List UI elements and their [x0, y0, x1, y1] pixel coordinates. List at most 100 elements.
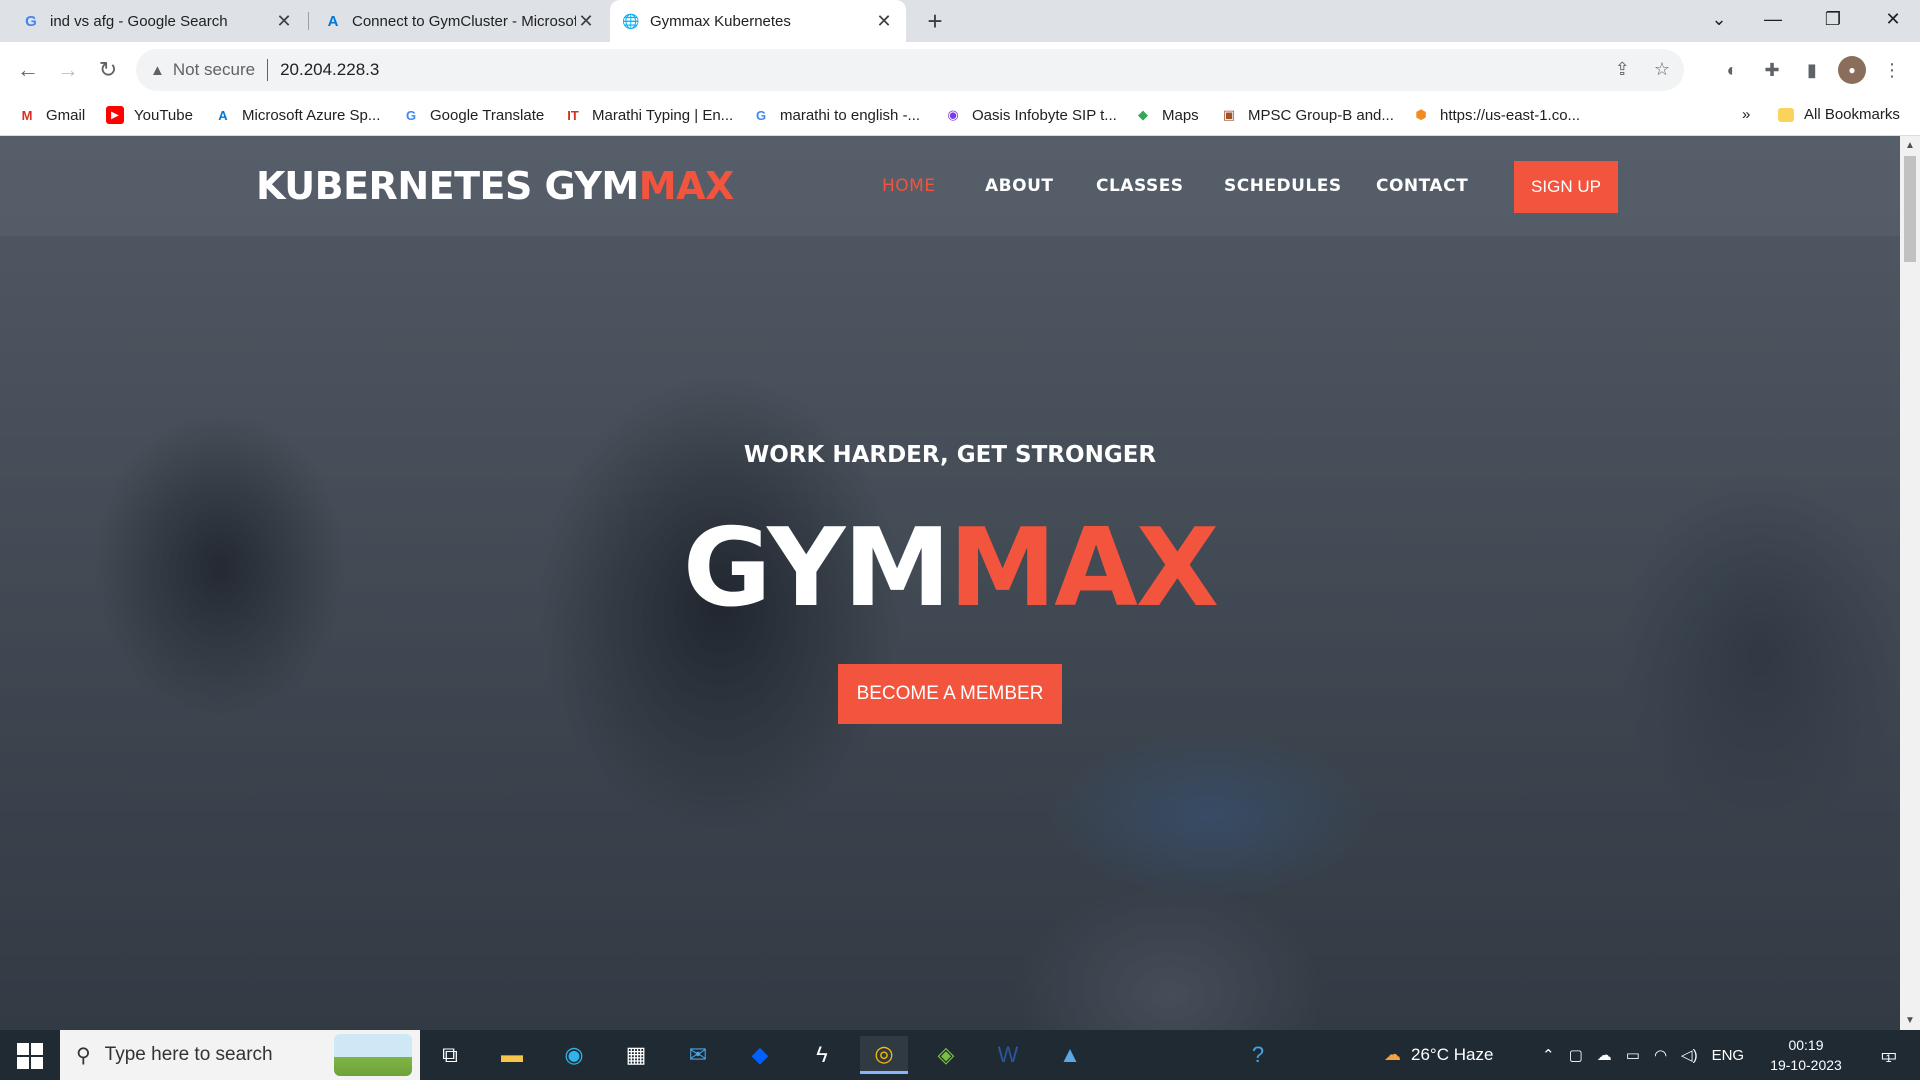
sign-up-button[interactable]: SIGN UP	[1514, 161, 1618, 213]
site-logo[interactable]: KUBERNETES GYMMAX	[256, 164, 734, 208]
google-icon: G	[755, 107, 767, 123]
bookmark-mpsc[interactable]: ▣ MPSC Group-B and...	[1220, 106, 1394, 124]
dropbox-icon[interactable]: ◆	[736, 1036, 784, 1074]
new-tab-button[interactable]: +	[920, 6, 950, 36]
nav-about[interactable]: ABOUT	[985, 176, 1053, 196]
windows-taskbar: ⚲ Type here to search ⧉ ▬ ◉ ▦ ✉ ◆ ϟ ◎ ◈ …	[0, 1030, 1920, 1080]
edge-icon[interactable]: ◉	[550, 1036, 598, 1074]
taskbar-search-box[interactable]: ⚲ Type here to search	[60, 1030, 420, 1080]
side-panel-icon[interactable]: ▮	[1798, 56, 1826, 84]
nav-home[interactable]: HOME	[882, 176, 936, 196]
bookmarks-bar: M Gmail ▶ YouTube A Microsoft Azure Sp..…	[0, 98, 1920, 136]
scroll-up-icon[interactable]: ▲	[1900, 140, 1920, 151]
weather-text: 26°C Haze	[1411, 1045, 1494, 1064]
onedrive-icon[interactable]: ☁	[1597, 1046, 1612, 1064]
azure-icon: A	[218, 107, 228, 123]
profile-avatar[interactable]: ●	[1838, 56, 1866, 84]
language-indicator[interactable]: ENG	[1712, 1047, 1745, 1064]
grammarly-extension-icon[interactable]: ◐	[1718, 56, 1746, 84]
chevron-up-icon[interactable]: ⌃	[1542, 1046, 1555, 1064]
notification-count: 1	[1885, 1053, 1892, 1065]
mail-icon[interactable]: ✉	[674, 1036, 722, 1074]
bookmark-label: Gmail	[46, 106, 86, 124]
oasis-icon: ◉	[947, 107, 959, 122]
close-icon[interactable]: ✕	[576, 11, 596, 32]
extensions-puzzle-icon[interactable]: ✚	[1758, 56, 1786, 84]
logo-main-text: KUBERNETES GYM	[256, 164, 639, 208]
weather-widget[interactable]: ☁ 26°C Haze	[1384, 1030, 1493, 1080]
bookmark-youtube[interactable]: ▶ YouTube	[106, 106, 193, 124]
app-bolt-icon[interactable]: ϟ	[798, 1036, 846, 1074]
chrome-icon[interactable]: ◎	[860, 1036, 908, 1074]
tab-title: ind vs afg - Google Search	[50, 12, 228, 30]
bookmark-label: Maps	[1162, 106, 1199, 124]
bookmark-label: Microsoft Azure Sp...	[242, 106, 381, 124]
clock[interactable]: 00:19 19-10-2023	[1766, 1035, 1846, 1075]
wifi-icon[interactable]: ◠	[1654, 1046, 1667, 1064]
clock-date: 19-10-2023	[1770, 1057, 1842, 1073]
reload-button[interactable]: ↻	[92, 54, 124, 86]
bookmark-star-icon[interactable]: ☆	[1654, 59, 1670, 80]
forward-button[interactable]: →	[52, 54, 84, 86]
search-placeholder: Type here to search	[104, 1044, 273, 1065]
tab-google-search[interactable]: G ind vs afg - Google Search ✕	[10, 0, 306, 42]
page-scrollbar[interactable]: ▲ ▼	[1900, 136, 1920, 1030]
bookmark-marathi-typing[interactable]: IT Marathi Typing | En...	[564, 106, 733, 124]
bookmarks-overflow-button[interactable]: »	[1742, 106, 1750, 123]
bookmark-maps[interactable]: ◆ Maps	[1134, 106, 1199, 124]
back-button[interactable]: ←	[12, 54, 44, 86]
share-icon[interactable]: ⇪	[1615, 59, 1630, 80]
warning-icon[interactable]: ▲	[150, 62, 165, 79]
bookmark-label: YouTube	[134, 106, 193, 124]
microsoft-store-icon[interactable]: ▦	[612, 1036, 660, 1074]
globe-icon: 🌐	[622, 12, 640, 29]
hero-tagline: WORK HARDER, GET STRONGER	[743, 442, 1157, 468]
nav-classes[interactable]: CLASSES	[1096, 176, 1184, 196]
nav-contact[interactable]: CONTACT	[1376, 176, 1468, 196]
logo-accent-text: MAX	[638, 164, 735, 208]
window-close-button[interactable]: ✕	[1866, 0, 1920, 38]
bluestacks-icon[interactable]: ◈	[922, 1036, 970, 1074]
menu-dots-icon[interactable]: ⋮	[1878, 56, 1906, 84]
minimize-button[interactable]: —	[1746, 0, 1800, 38]
photos-icon[interactable]: ▲	[1046, 1036, 1094, 1074]
bookmark-label: All Bookmarks	[1804, 106, 1900, 123]
system-tray: ⌃ ▢ ☁ ▭ ◠ ◁) ENG	[1542, 1030, 1744, 1080]
tab-search-icon[interactable]: ⌄	[1692, 0, 1746, 38]
scroll-down-icon[interactable]: ▼	[1900, 1015, 1920, 1026]
maps-icon: ◆	[1138, 107, 1148, 122]
windows-start-button[interactable]	[10, 1042, 50, 1070]
notifications-icon[interactable]: ▭ 1	[1862, 1036, 1910, 1074]
word-icon[interactable]: W	[984, 1036, 1032, 1074]
bookmark-aws[interactable]: ⬢ https://us-east-1.co...	[1412, 106, 1580, 124]
scrollbar-thumb[interactable]	[1904, 156, 1916, 262]
bookmark-marathi-english[interactable]: G marathi to english -...	[752, 106, 920, 124]
bookmark-label: MPSC Group-B and...	[1248, 106, 1394, 124]
nav-schedules[interactable]: SCHEDULES	[1224, 176, 1342, 196]
help-icon[interactable]: ?	[1234, 1036, 1282, 1074]
bookmark-label: marathi to english -...	[780, 106, 921, 124]
address-bar[interactable]: ▲ Not secure 20.204.228.3 ⇪ ☆	[136, 49, 1684, 91]
become-member-button[interactable]: BECOME A MEMBER	[838, 664, 1062, 724]
tab-azure[interactable]: A Connect to GymCluster - Microsoft Azur…	[312, 0, 608, 42]
hero-title-main: GYM	[682, 506, 951, 631]
bookmark-oasis[interactable]: ◉ Oasis Infobyte SIP t...	[944, 106, 1116, 124]
bookmark-google-translate[interactable]: G Google Translate	[402, 106, 544, 124]
close-icon[interactable]: ✕	[274, 11, 294, 32]
hero-title: GYMMAX	[0, 506, 1900, 631]
battery-icon[interactable]: ▭	[1626, 1046, 1640, 1064]
file-explorer-icon[interactable]: ▬	[488, 1036, 536, 1074]
volume-icon[interactable]: ◁)	[1681, 1046, 1698, 1064]
meet-icon[interactable]: ▢	[1569, 1046, 1583, 1064]
bookmark-azure[interactable]: A Microsoft Azure Sp...	[214, 106, 380, 124]
security-label[interactable]: Not secure	[173, 60, 255, 80]
search-highlight-image[interactable]	[334, 1034, 412, 1076]
bookmark-gmail[interactable]: M Gmail	[18, 106, 86, 124]
close-icon[interactable]: ✕	[874, 11, 894, 32]
it-icon: IT	[567, 107, 579, 123]
restore-button[interactable]: ❐	[1806, 0, 1860, 38]
all-bookmarks[interactable]: All Bookmarks	[1778, 106, 1900, 123]
task-view-icon[interactable]: ⧉	[426, 1036, 474, 1074]
tab-gymmax[interactable]: 🌐 Gymmax Kubernetes ✕	[610, 0, 906, 42]
url-text[interactable]: 20.204.228.3	[280, 60, 379, 80]
